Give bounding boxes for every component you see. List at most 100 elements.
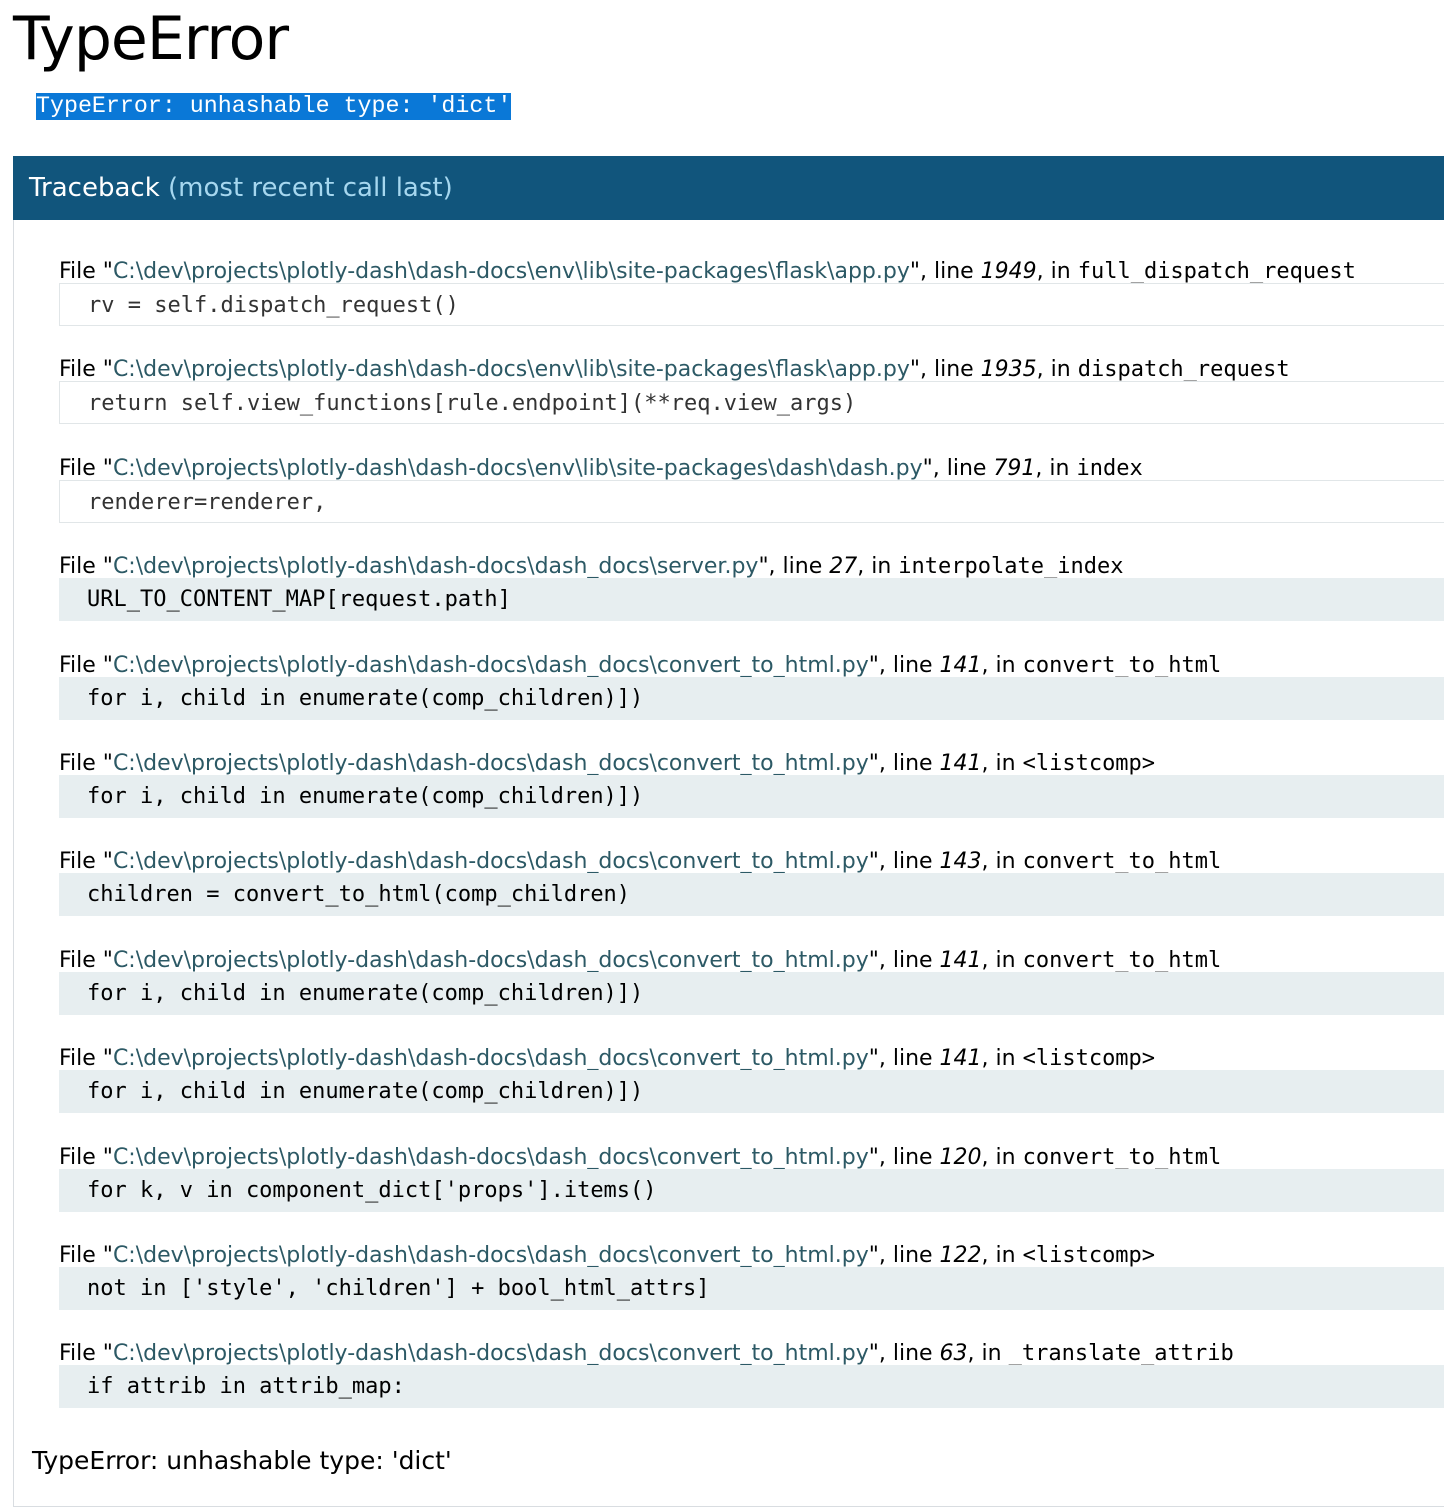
traceback-subtitle: (most recent call last) xyxy=(168,173,453,203)
traceback-title: Traceback xyxy=(29,173,160,203)
in-prefix: , in xyxy=(1035,455,1077,481)
line-prefix: ", line xyxy=(868,1046,940,1072)
line-number: 27 xyxy=(829,554,858,580)
line-prefix: ", line xyxy=(868,1341,940,1367)
line-prefix: ", line xyxy=(868,1242,940,1268)
file-path: C:\dev\projects\plotly-dash\dash-docs\en… xyxy=(112,357,910,383)
frame-code-line[interactable]: rv = self.dispatch_request() xyxy=(59,283,1444,326)
line-number: 143 xyxy=(939,849,982,875)
frame-code-line[interactable]: children = convert_to_html(comp_children… xyxy=(59,873,1444,917)
file-path: C:\dev\projects\plotly-dash\dash-docs\da… xyxy=(112,1242,869,1268)
in-prefix: , in xyxy=(857,554,899,580)
line-number: 63 xyxy=(939,1341,968,1367)
file-prefix: File " xyxy=(59,357,113,383)
file-path: C:\dev\projects\plotly-dash\dash-docs\da… xyxy=(112,1046,869,1072)
function-name: interpolate_index xyxy=(898,554,1124,580)
file-prefix: File " xyxy=(59,259,113,284)
frame-code-line[interactable]: return self.view_functions[rule.endpoint… xyxy=(59,381,1444,425)
traceback-frame: File "C:\dev\projects\plotly-dash\dash-d… xyxy=(59,644,1444,742)
function-name: convert_to_html xyxy=(1022,947,1222,973)
file-path: C:\dev\projects\plotly-dash\dash-docs\da… xyxy=(112,1341,869,1367)
file-path: C:\dev\projects\plotly-dash\dash-docs\da… xyxy=(112,554,759,580)
file-prefix: File " xyxy=(59,1144,113,1170)
frame-code-line[interactable]: for i, child in enumerate(comp_children)… xyxy=(59,1070,1444,1114)
frame-code-line[interactable]: renderer=renderer, xyxy=(59,479,1444,523)
file-path: C:\dev\projects\plotly-dash\dash-docs\da… xyxy=(112,652,869,678)
line-number: 122 xyxy=(939,1242,982,1268)
line-prefix: ", line xyxy=(868,849,940,875)
line-number: 1949 xyxy=(980,259,1037,284)
line-prefix: ", line xyxy=(868,750,940,776)
file-prefix: File " xyxy=(59,652,113,678)
line-number: 141 xyxy=(939,652,982,678)
function-name: convert_to_html xyxy=(1022,652,1222,678)
line-number: 791 xyxy=(993,455,1036,481)
line-number: 141 xyxy=(939,947,982,973)
file-prefix: File " xyxy=(59,1242,113,1268)
line-number: 120 xyxy=(939,1144,982,1170)
error-message-container: TypeError: unhashable type: 'dict' xyxy=(13,93,1444,120)
function-name: <listcomp> xyxy=(1022,1242,1156,1268)
line-prefix: ", line xyxy=(922,455,994,481)
in-prefix: , in xyxy=(981,1046,1023,1072)
file-prefix: File " xyxy=(59,1341,113,1367)
file-prefix: File " xyxy=(59,455,113,481)
frame-code-line[interactable]: for k, v in component_dict['props'].item… xyxy=(59,1168,1444,1212)
in-prefix: , in xyxy=(981,652,1023,678)
traceback-frames: File "C:\dev\projects\plotly-dash\dash-d… xyxy=(59,250,1444,1431)
traceback-frame: File "C:\dev\projects\plotly-dash\dash-d… xyxy=(59,250,1444,348)
line-prefix: ", line xyxy=(868,652,940,678)
traceback-frame: File "C:\dev\projects\plotly-dash\dash-d… xyxy=(59,840,1444,938)
traceback-frame: File "C:\dev\projects\plotly-dash\dash-d… xyxy=(59,939,1444,1037)
in-prefix: , in xyxy=(981,750,1023,776)
file-prefix: File " xyxy=(59,554,113,580)
line-prefix: ", line xyxy=(909,259,981,284)
frame-code-line[interactable]: if attrib in attrib_map: xyxy=(59,1365,1444,1409)
line-number: 141 xyxy=(939,1046,982,1072)
traceback-frame: File "C:\dev\projects\plotly-dash\dash-d… xyxy=(59,742,1444,840)
line-prefix: ", line xyxy=(868,1144,940,1170)
in-prefix: , in xyxy=(981,1242,1023,1268)
function-name: _translate_attrib xyxy=(1008,1341,1234,1367)
function-name: convert_to_html xyxy=(1022,849,1222,875)
error-page: TypeError TypeError: unhashable type: 'd… xyxy=(13,0,1444,1507)
line-number: 141 xyxy=(939,750,982,776)
frame-code-line[interactable]: URL_TO_CONTENT_MAP[request.path] xyxy=(59,578,1444,622)
function-name: index xyxy=(1076,455,1143,481)
file-prefix: File " xyxy=(59,947,113,973)
traceback-frame: File "C:\dev\projects\plotly-dash\dash-d… xyxy=(59,447,1444,545)
file-prefix: File " xyxy=(59,849,113,875)
file-path: C:\dev\projects\plotly-dash\dash-docs\da… xyxy=(112,947,869,973)
line-prefix: ", line xyxy=(758,554,830,580)
in-prefix: , in xyxy=(1036,357,1078,383)
line-prefix: ", line xyxy=(909,357,981,383)
file-path: C:\dev\projects\plotly-dash\dash-docs\da… xyxy=(112,1144,869,1170)
in-prefix: , in xyxy=(981,1144,1023,1170)
frame-code-line[interactable]: not in ['style', 'children'] + bool_html… xyxy=(59,1266,1444,1310)
traceback-frame: File "C:\dev\projects\plotly-dash\dash-d… xyxy=(59,1136,1444,1234)
traceback-frame: File "C:\dev\projects\plotly-dash\dash-d… xyxy=(59,1332,1444,1430)
frame-code-line[interactable]: for i, child in enumerate(comp_children)… xyxy=(59,971,1444,1015)
page-title: TypeError xyxy=(13,4,289,74)
function-name: dispatch_request xyxy=(1077,357,1290,383)
frame-code-line[interactable]: for i, child in enumerate(comp_children)… xyxy=(59,676,1444,720)
file-path: C:\dev\projects\plotly-dash\dash-docs\en… xyxy=(112,455,923,481)
function-name: <listcomp> xyxy=(1022,1046,1156,1072)
file-path: C:\dev\projects\plotly-dash\dash-docs\en… xyxy=(112,259,910,284)
final-error-message: TypeError: unhashable type: 'dict' xyxy=(32,1446,452,1475)
function-name: convert_to_html xyxy=(1022,1144,1222,1170)
error-message[interactable]: TypeError: unhashable type: 'dict' xyxy=(36,93,512,120)
traceback-frame: File "C:\dev\projects\plotly-dash\dash-d… xyxy=(59,545,1444,643)
file-path: C:\dev\projects\plotly-dash\dash-docs\da… xyxy=(112,750,869,776)
function-name: full_dispatch_request xyxy=(1077,259,1356,284)
frame-code-line[interactable]: for i, child in enumerate(comp_children)… xyxy=(59,774,1444,818)
traceback-frame: File "C:\dev\projects\plotly-dash\dash-d… xyxy=(59,348,1444,446)
in-prefix: , in xyxy=(967,1341,1009,1367)
traceback-frame: File "C:\dev\projects\plotly-dash\dash-d… xyxy=(59,1234,1444,1332)
file-prefix: File " xyxy=(59,1046,113,1072)
traceback-body: File "C:\dev\projects\plotly-dash\dash-d… xyxy=(13,220,1444,1507)
in-prefix: , in xyxy=(981,849,1023,875)
in-prefix: , in xyxy=(981,947,1023,973)
line-number: 1935 xyxy=(980,357,1037,383)
file-path: C:\dev\projects\plotly-dash\dash-docs\da… xyxy=(112,849,869,875)
